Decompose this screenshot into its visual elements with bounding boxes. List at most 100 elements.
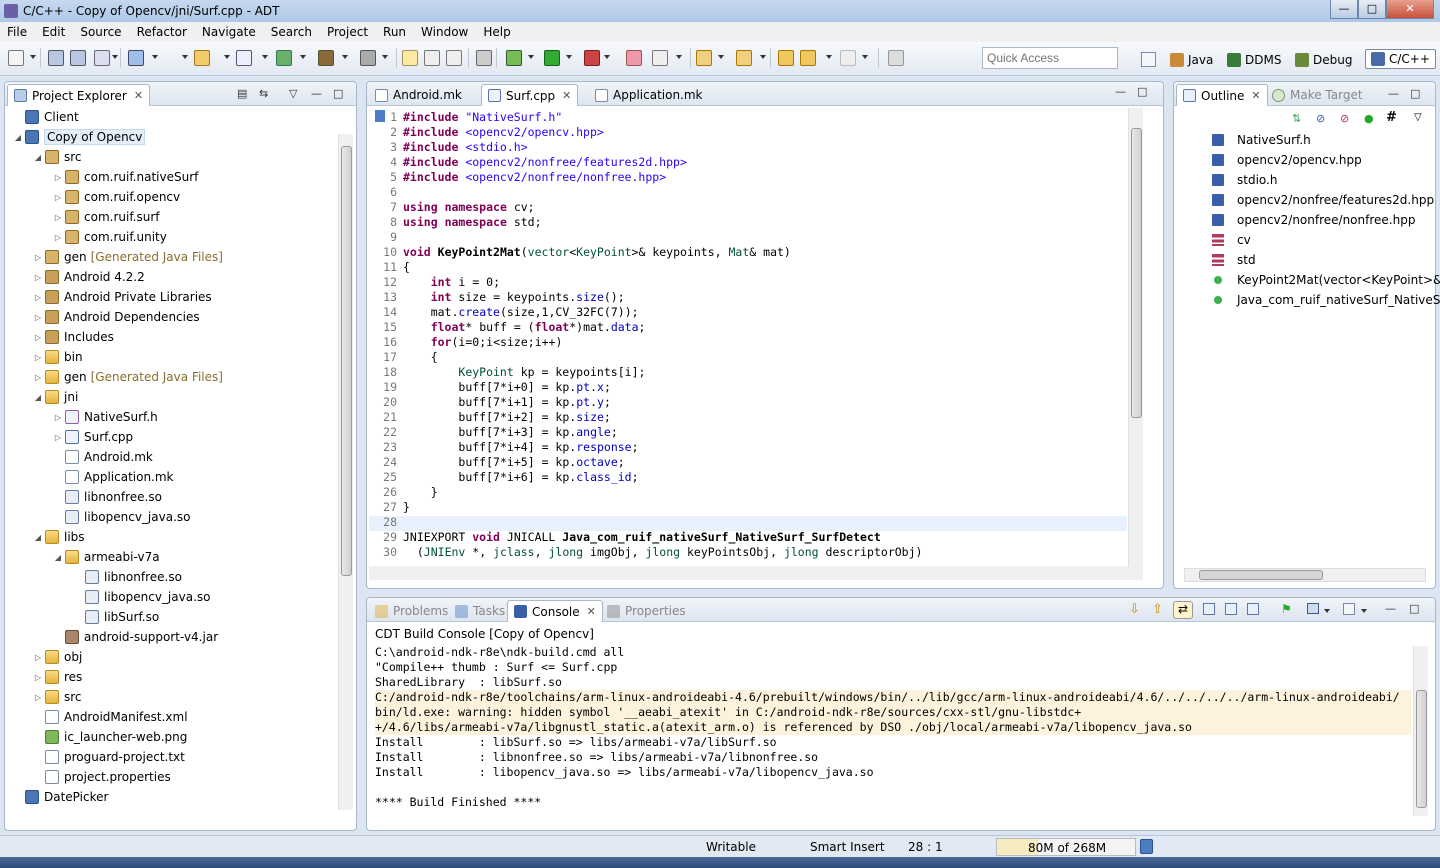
forward-icon[interactable] [800, 50, 816, 66]
menu-help[interactable]: Help [476, 25, 518, 39]
outline-item[interactable]: Java_com_ruif_nativeSurf_NativeSu [1212, 290, 1440, 310]
editor-scrollbar[interactable] [1128, 108, 1143, 566]
tree-item[interactable]: android-support-v4.jar [53, 627, 218, 647]
collapsed-twisty-icon[interactable]: ▷ [33, 253, 43, 262]
save-icon[interactable] [48, 50, 64, 66]
tree-item[interactable]: libopencv_java.so [73, 587, 210, 607]
console-scroll-thumb[interactable] [1416, 690, 1427, 808]
expanded-twisty-icon[interactable]: ◢ [33, 533, 43, 542]
dropdown-arrow-icon[interactable] [862, 55, 868, 59]
outline-item[interactable]: opencv2/opencv.hpp [1212, 150, 1362, 170]
tab-make-target[interactable]: Make Target [1266, 84, 1369, 106]
dropdown-arrow-icon[interactable] [224, 55, 230, 59]
tree-item[interactable]: ▷ gen [Generated Java Files] [33, 367, 223, 387]
scroll-lock-down-icon[interactable]: ⇩ [1129, 602, 1140, 617]
outline-item[interactable]: opencv2/nonfree/nonfree.hpp [1212, 210, 1415, 230]
tab-properties[interactable]: Properties [601, 600, 692, 622]
perspective-cc[interactable]: C/C++ [1365, 49, 1436, 69]
dropdown-arrow-icon[interactable] [152, 55, 158, 59]
minimize-view-icon[interactable]: — [1385, 602, 1396, 615]
collapsed-twisty-icon[interactable]: ▷ [33, 273, 43, 282]
collapsed-twisty-icon[interactable]: ▷ [53, 233, 63, 242]
collapsed-twisty-icon[interactable]: ▷ [53, 173, 63, 182]
menu-file[interactable]: File [0, 25, 35, 39]
tree-item[interactable]: ▷ Android Private Libraries [33, 287, 212, 307]
debug-icon[interactable] [506, 50, 522, 66]
outline-item[interactable]: KeyPoint2Mat(vector<KeyPoint>& [1212, 270, 1440, 290]
dropdown-arrow-icon[interactable] [262, 55, 268, 59]
dropdown-arrow-icon[interactable] [760, 55, 766, 59]
dropdown-arrow-icon[interactable] [826, 55, 832, 59]
pin-editor-icon[interactable] [888, 50, 904, 66]
collapsed-twisty-icon[interactable]: ▷ [33, 653, 43, 662]
view-menu-icon[interactable]: ▽ [1414, 112, 1422, 123]
tree-item[interactable]: ▷ com.ruif.surf [53, 207, 160, 227]
expanded-twisty-icon[interactable]: ◢ [13, 133, 23, 142]
tree-item[interactable]: DatePicker [13, 787, 108, 807]
refresh-icon[interactable] [276, 50, 292, 66]
menu-refactor[interactable]: Refactor [130, 25, 195, 39]
scroll-lock-icon[interactable]: ⇄ [1173, 601, 1193, 619]
dropdown-arrow-icon[interactable] [382, 55, 388, 59]
dropdown-arrow-icon[interactable] [528, 55, 534, 59]
tab-application-mk[interactable]: Application.mk [589, 84, 709, 106]
close-icon[interactable]: ✕ [587, 605, 596, 618]
menu-project[interactable]: Project [320, 25, 376, 39]
dropdown-arrow-icon[interactable] [676, 55, 682, 59]
hide-macros-icon[interactable]: # [1386, 110, 1397, 125]
new-console-dropdown-icon[interactable] [1361, 609, 1367, 613]
tab-surf-cpp[interactable]: Surf.cpp ✕ [481, 84, 579, 106]
menu-search[interactable]: Search [264, 25, 320, 39]
tree-item[interactable]: project.properties [33, 767, 171, 787]
collapsed-twisty-icon[interactable]: ▷ [33, 313, 43, 322]
tab-outline[interactable]: Outline ✕ [1176, 84, 1268, 106]
tree-item[interactable]: ◢ armeabi-v7a [53, 547, 160, 567]
pin-console-icon[interactable]: ⚑ [1281, 602, 1292, 616]
collapsed-twisty-icon[interactable]: ▷ [53, 213, 63, 222]
dropdown-arrow-icon[interactable] [566, 55, 572, 59]
tree-item[interactable]: ◢ jni [33, 387, 78, 407]
tree-item[interactable]: ▷ Surf.cpp [53, 427, 133, 447]
editor-scroll-thumb[interactable] [1131, 128, 1142, 418]
garbage-collect-icon[interactable] [1140, 839, 1153, 854]
back-icon[interactable] [778, 50, 794, 66]
show-whitespace-icon[interactable] [446, 50, 462, 66]
collapsed-twisty-icon[interactable]: ▷ [33, 353, 43, 362]
display-console-icon[interactable] [1307, 603, 1319, 614]
dropdown-arrow-icon[interactable] [30, 55, 36, 59]
prev-annotation-icon[interactable] [736, 50, 752, 66]
hide-nonpublic-icon[interactable]: ● [1364, 112, 1374, 125]
next-annotation-icon[interactable] [696, 50, 712, 66]
tab-problems[interactable]: Problems [369, 600, 454, 622]
run-coverage-icon[interactable] [584, 50, 600, 66]
tree-scroll-thumb[interactable] [341, 146, 352, 576]
tree-item[interactable]: ▷ NativeSurf.h [53, 407, 158, 427]
menu-edit[interactable]: Edit [35, 25, 73, 39]
display-console-dropdown-icon[interactable] [1324, 609, 1330, 613]
tree-item[interactable]: Application.mk [53, 467, 174, 487]
close-icon[interactable]: ✕ [134, 89, 143, 102]
quick-access-input[interactable] [982, 47, 1118, 69]
close-icon[interactable]: ✕ [1251, 89, 1260, 102]
outline-hscrollbar[interactable] [1184, 568, 1426, 582]
perspective-debug[interactable]: Debug [1295, 50, 1352, 70]
menu-source[interactable]: Source [73, 25, 129, 39]
tree-item[interactable]: AndroidManifest.xml [33, 707, 188, 727]
minimize-editor-icon[interactable]: — [1115, 85, 1126, 98]
dropdown-arrow-icon[interactable] [112, 55, 118, 59]
editor-hscrollbar[interactable] [369, 566, 1143, 580]
print-icon[interactable] [94, 50, 110, 66]
maximize-button[interactable]: □ [1358, 0, 1386, 19]
dropdown-arrow-icon[interactable] [604, 55, 610, 59]
settings-icon[interactable] [360, 50, 376, 66]
tab-android-mk[interactable]: Android.mk [369, 84, 468, 106]
tree-item[interactable]: ▷ com.ruif.unity [53, 227, 167, 247]
outline-item[interactable]: NativeSurf.h [1212, 130, 1311, 150]
console-scrollbar[interactable] [1413, 646, 1428, 816]
menu-run[interactable]: Run [376, 25, 414, 39]
menu-navigate[interactable]: Navigate [195, 25, 264, 39]
block-select-icon[interactable] [424, 50, 440, 66]
view-menu-icon[interactable]: ▽ [289, 87, 297, 100]
outline-hscroll-thumb[interactable] [1199, 570, 1323, 580]
outline-item[interactable]: stdio.h [1212, 170, 1277, 190]
